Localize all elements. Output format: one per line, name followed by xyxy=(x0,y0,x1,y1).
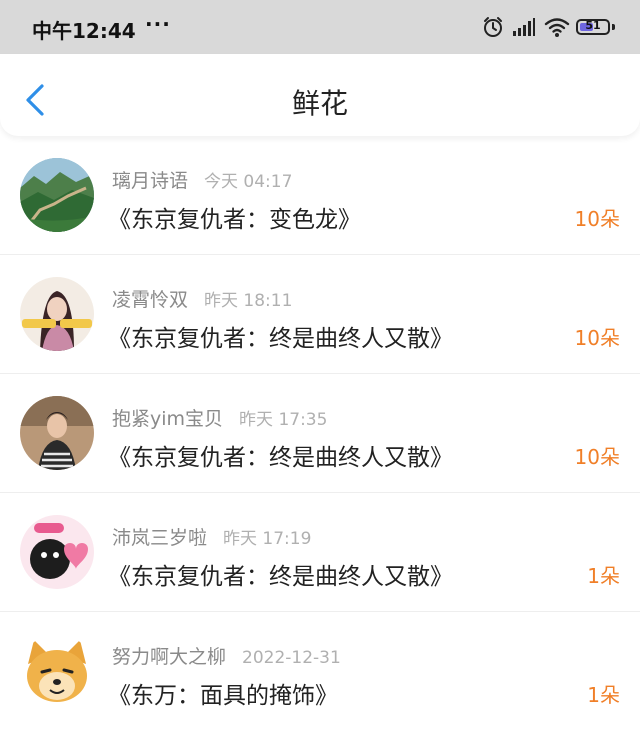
book-title: 《东京复仇者：终是曲终人又散》 xyxy=(108,326,453,352)
battery-icon: 51 xyxy=(576,19,610,35)
list-item[interactable]: 抱紧yim宝贝 昨天 17:35 《东京复仇者：终是曲终人又散》 10朵 xyxy=(0,374,640,493)
user-name-text: 努力啊大之柳 xyxy=(112,646,227,668)
send-time: 昨天 18:11 xyxy=(204,291,293,311)
user-name: 璃月诗语 今天 04:17 xyxy=(112,166,292,193)
user-name-text: 璃月诗语 xyxy=(112,170,189,192)
flower-count: 1朵 xyxy=(587,683,620,707)
list-item[interactable]: 沛岚三岁啦 昨天 17:19 《东京复仇者：终是曲终人又散》 1朵 xyxy=(0,493,640,612)
send-time: 2022-12-31 xyxy=(242,648,341,668)
book-title: 《东万：面具的掩饰》 xyxy=(108,683,338,709)
book-title: 《东京复仇者：变色龙》 xyxy=(108,207,361,233)
cartoon-heart-avatar[interactable] xyxy=(20,515,94,589)
battery-cap xyxy=(612,24,615,30)
book-title: 《东京复仇者：终是曲终人又散》 xyxy=(108,564,453,590)
flower-count: 10朵 xyxy=(574,207,620,231)
user-name-text: 沛岚三岁啦 xyxy=(112,527,208,549)
flower-record-list: 璃月诗语 今天 04:17 《东京复仇者：变色龙》 10朵 凌霄怜双 昨天 18:1… xyxy=(0,136,640,731)
list-item[interactable]: 努力啊大之柳 2022-12-31 《东万：面具的掩饰》 1朵 xyxy=(0,612,640,731)
boy-portrait-avatar[interactable] xyxy=(20,396,94,470)
user-name-text: 凌霄怜双 xyxy=(112,289,189,311)
list-item[interactable]: 璃月诗语 今天 04:17 《东京复仇者：变色龙》 10朵 xyxy=(0,136,640,255)
status-time: 中午12:44 xyxy=(32,19,136,43)
wifi-icon xyxy=(544,18,570,37)
user-name-text: 抱紧yim宝贝 xyxy=(112,408,224,430)
great-wall-landscape-avatar[interactable] xyxy=(20,158,94,232)
alarm-icon xyxy=(484,17,502,37)
girl-portrait-avatar[interactable] xyxy=(20,277,94,351)
battery-level: 51 xyxy=(585,19,601,32)
flower-count: 1朵 xyxy=(587,564,620,588)
page-title: 鲜花 xyxy=(291,87,348,120)
send-time: 今天 04:17 xyxy=(204,172,293,192)
send-time: 昨天 17:35 xyxy=(239,410,328,430)
send-time: 昨天 17:19 xyxy=(223,529,312,549)
user-name: 沛岚三岁啦 昨天 17:19 xyxy=(112,523,311,550)
user-name: 抱紧yim宝贝 昨天 17:35 xyxy=(112,404,327,431)
status-bar: 中午12:44 ··· 51 xyxy=(0,0,640,54)
list-item[interactable]: 凌霄怜双 昨天 18:11 《东京复仇者：终是曲终人又散》 10朵 xyxy=(0,255,640,374)
notification-dots-icon: ··· xyxy=(145,12,171,36)
nav-bar: 鲜花 xyxy=(0,54,640,136)
signal-icon xyxy=(513,18,535,36)
flower-count: 10朵 xyxy=(574,445,620,469)
shiba-dog-avatar[interactable] xyxy=(20,634,94,708)
user-name: 努力啊大之柳 2022-12-31 xyxy=(112,642,341,669)
book-title: 《东京复仇者：终是曲终人又散》 xyxy=(108,445,453,471)
user-name: 凌霄怜双 昨天 18:11 xyxy=(112,285,292,312)
flower-count: 10朵 xyxy=(574,326,620,350)
